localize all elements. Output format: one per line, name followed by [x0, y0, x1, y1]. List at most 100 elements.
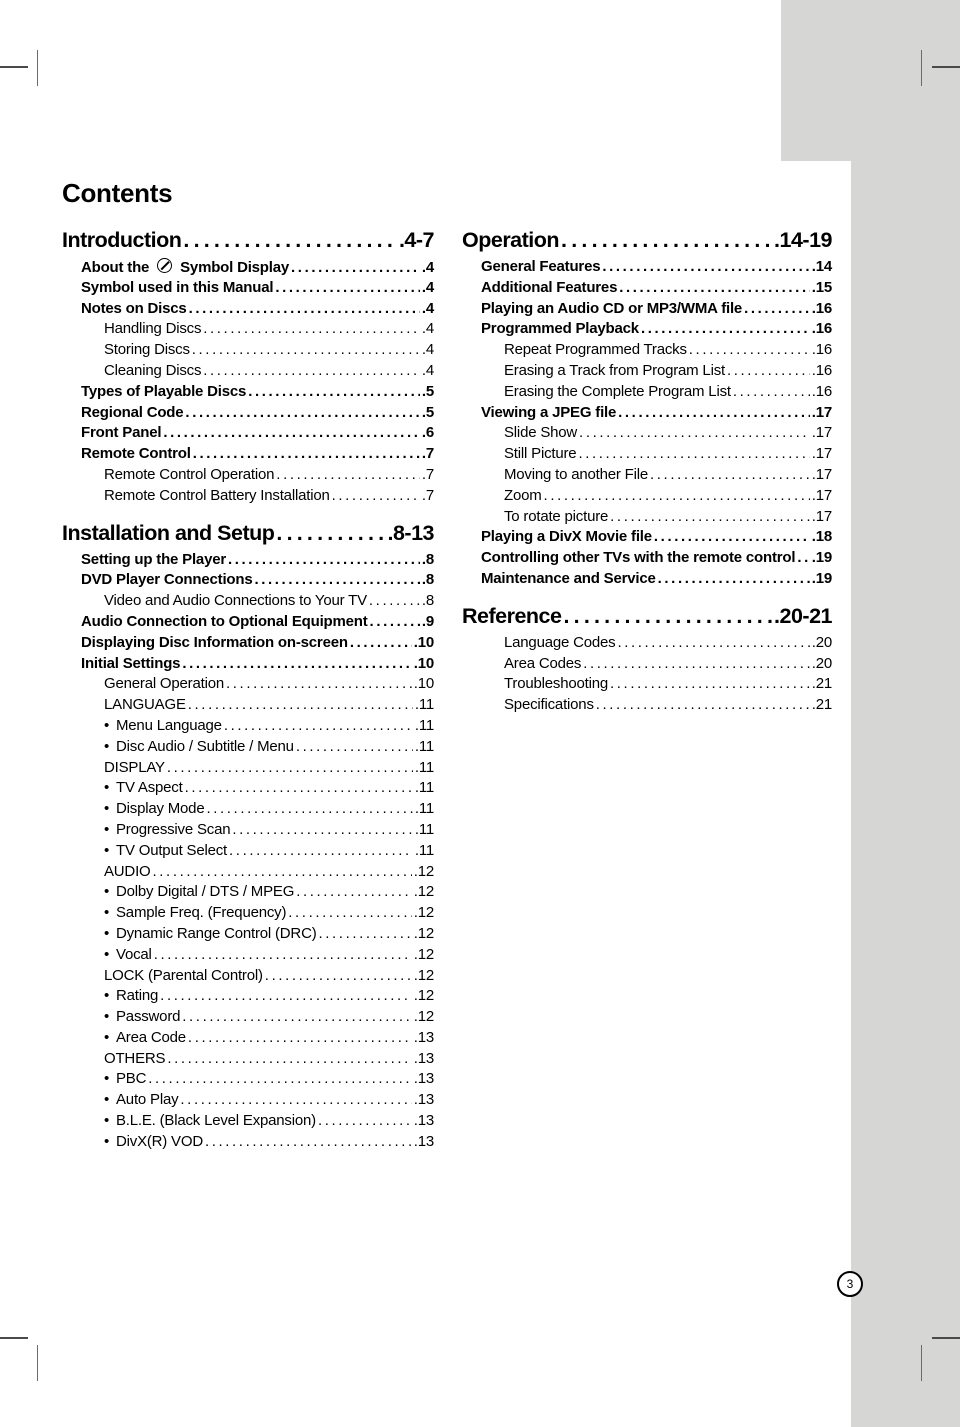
toc-entry-about-the-symbol-display[interactable]: About the Symbol Display................… [81, 258, 434, 279]
leader-dots: ........................................… [166, 758, 413, 776]
toc-entry-playing-a-divx-movie-file[interactable]: Playing a DivX Movie file...............… [481, 528, 832, 549]
toc-entry-moving-to-another-file[interactable]: Moving to another File..................… [504, 466, 832, 487]
toc-entry-page: .4 [421, 299, 434, 317]
toc-entry-label: AUDIO [104, 862, 151, 880]
toc-entry-label: LANGUAGE [104, 696, 186, 714]
toc-entry-display-mode[interactable]: • Display Mode...........................… [104, 800, 434, 821]
toc-entry-page: .21 [811, 696, 832, 714]
toc-entry-slide-show[interactable]: Slide Show..............................… [504, 424, 832, 445]
toc-entry-remote-control-battery-installation[interactable]: Remote Control Battery Installation.....… [104, 487, 434, 508]
toc-section-page: .20-21 [774, 603, 832, 628]
leader-dots: ........................................… [349, 633, 412, 651]
toc-entry-remote-control[interactable]: Remote Control..........................… [81, 445, 434, 466]
toc-entry-password[interactable]: • Password...............................… [104, 1008, 434, 1029]
toc-entry-label: Dynamic Range Control (DRC) [116, 924, 317, 942]
toc-entry-troubleshooting[interactable]: Troubleshooting.........................… [504, 675, 832, 696]
toc-entry-specifications[interactable]: Specifications..........................… [504, 696, 832, 717]
toc-entry-others[interactable]: OTHERS..................................… [104, 1050, 434, 1071]
toc-section-label: Introduction [62, 228, 182, 252]
toc-entry-setting-up-the-player[interactable]: Setting up the Player...................… [81, 551, 434, 572]
leader-dots: ........................................… [187, 696, 413, 714]
crop-mark-bottom-left-horizontal [0, 1337, 28, 1339]
toc-entry-page: .13 [413, 1112, 434, 1130]
toc-entry-playing-an-audio-cd-or-mp3-wma-file[interactable]: Playing an Audio CD or MP3/WMA file.....… [481, 300, 832, 321]
toc-entry-zoom[interactable]: Zoom....................................… [504, 487, 832, 508]
toc-entry-rating[interactable]: • Rating.................................… [104, 987, 434, 1008]
toc-entry-audio[interactable]: AUDIO...................................… [104, 863, 434, 884]
toc-entry-erasing-the-complete-program-list[interactable]: Erasing the Complete Program List.......… [504, 383, 832, 404]
toc-entry-additional-features[interactable]: Additional Features.....................… [481, 279, 832, 300]
toc-entry-audio-connection-to-optional-equipment[interactable]: Audio Connection to Optional Equipment..… [81, 613, 434, 634]
leader-dots: ........................................… [182, 654, 411, 672]
toc-entry-controlling-other-tvs-with-the-remote-control[interactable]: Controlling other TVs with the remote co… [481, 549, 832, 570]
toc-entry-repeat-programmed-tracks[interactable]: Repeat Programmed Tracks................… [504, 341, 832, 362]
toc-entry-viewing-a-jpeg-file[interactable]: Viewing a JPEG file.....................… [481, 404, 832, 425]
toc-entry-remote-control-operation[interactable]: Remote Control Operation................… [104, 466, 434, 487]
leader-dots: ........................................… [368, 592, 420, 610]
toc-entry-auto-play[interactable]: • Auto Play..............................… [104, 1091, 434, 1112]
bullet-icon: • [104, 1132, 110, 1150]
toc-entry-label: Types of Playable Discs [81, 382, 247, 400]
toc-section-installation-and-setup[interactable]: Installation and Setup..................… [62, 521, 434, 551]
toc-entry-dvd-player-connections[interactable]: DVD Player Connections..................… [81, 571, 434, 592]
toc-entry-video-and-audio-connections-to-your-tv[interactable]: Video and Audio Connections to Your TV..… [104, 592, 434, 613]
toc-entry-to-rotate-picture[interactable]: To rotate picture.......................… [504, 508, 832, 529]
toc-entry-page: .11 [414, 800, 434, 818]
toc-entry-page: .17 [811, 486, 832, 504]
leader-dots: ........................................… [543, 486, 810, 504]
toc-entry-page: .17 [811, 445, 832, 463]
toc-entry-general-features[interactable]: General Features........................… [481, 258, 832, 279]
toc-section-page: .8-13 [387, 520, 434, 545]
toc-entry-dolby-digital-dts-mpeg[interactable]: • Dolby Digital / DTS / MPEG.............… [104, 883, 434, 904]
toc-entry-front-panel[interactable]: Front Panel.............................… [81, 424, 434, 445]
toc-section-page: .14-19 [774, 228, 832, 252]
toc-entry-handling-discs[interactable]: Handling Discs..........................… [104, 320, 434, 341]
leader-dots: ........................................… [187, 1028, 412, 1046]
toc-entry-programmed-playback[interactable]: Programmed Playback.....................… [481, 320, 832, 341]
toc-entry-page: .4 [421, 341, 434, 359]
toc-entry-label: Disc Audio / Subtitle / Menu [116, 737, 294, 755]
toc-entry-page: .12 [413, 883, 434, 901]
toc-entry-divx-r-vod[interactable]: • DivX(R) VOD............................… [104, 1133, 434, 1154]
bullet-icon: • [104, 987, 110, 1005]
toc-section-reference[interactable]: Reference...............................… [462, 604, 832, 634]
toc-entry-page: .11 [414, 779, 434, 797]
toc-entry-notes-on-discs[interactable]: Notes on Discs..........................… [81, 300, 434, 321]
toc-entry-dynamic-range-control-drc[interactable]: • Dynamic Range Control (DRC)............… [104, 925, 434, 946]
toc-entry-page: .19 [811, 549, 832, 567]
toc-section-operation[interactable]: Operation...............................… [462, 228, 832, 258]
toc-entry-b-l-e-black-level-expansion[interactable]: • B.L.E. (Black Level Expansion).........… [104, 1112, 434, 1133]
toc-entry-displaying-disc-information-on-screen[interactable]: Displaying Disc Information on-screen...… [81, 634, 434, 655]
toc-entry-label: General Operation [104, 675, 225, 693]
toc-entry-symbol-used-in-this-manual[interactable]: Symbol used in this Manual..............… [81, 279, 434, 300]
toc-entry-area-code[interactable]: • Area Code..............................… [104, 1029, 434, 1050]
toc-entry-language-codes[interactable]: Language Codes..........................… [504, 634, 832, 655]
toc-entry-types-of-playable-discs[interactable]: Types of Playable Discs.................… [81, 383, 434, 404]
toc-entry-area-codes[interactable]: Area Codes..............................… [504, 655, 832, 676]
toc-entry-cleaning-discs[interactable]: Cleaning Discs..........................… [104, 362, 434, 383]
toc-section-introduction[interactable]: Introduction............................… [62, 228, 435, 258]
no-entry-slash-circle-icon [157, 258, 173, 273]
toc-entry-sample-freq-frequency[interactable]: • Sample Freq. (Frequency)...............… [104, 904, 434, 925]
toc-entry-initial-settings[interactable]: Initial Settings........................… [81, 655, 434, 676]
toc-entry-display[interactable]: DISPLAY.................................… [104, 759, 434, 780]
leader-dots: ........................................… [182, 1008, 412, 1026]
toc-entry-progressive-scan[interactable]: • Progressive Scan.......................… [104, 821, 434, 842]
toc-entry-lock-parental-control[interactable]: LOCK (Parental Control).................… [104, 967, 434, 988]
toc-entry-still-picture[interactable]: Still Picture...........................… [504, 445, 832, 466]
toc-entry-pbc[interactable]: • PBC....................................… [104, 1070, 434, 1091]
leader-dots: ........................................… [610, 675, 810, 693]
toc-entry-page: .4 [421, 361, 434, 379]
toc-entry-disc-audio-subtitle-menu[interactable]: • Disc Audio / Subtitle / Menu...........… [104, 738, 434, 759]
leader-dots: ........................................… [167, 1049, 411, 1067]
toc-entry-language[interactable]: LANGUAGE................................… [104, 696, 434, 717]
toc-entry-general-operation[interactable]: General Operation.......................… [104, 675, 434, 696]
toc-entry-storing-discs[interactable]: Storing Discs...........................… [104, 341, 434, 362]
toc-entry-menu-language[interactable]: • Menu Language..........................… [104, 717, 434, 738]
toc-entry-maintenance-and-service[interactable]: Maintenance and Service.................… [481, 570, 832, 591]
toc-entry-tv-output-select[interactable]: • TV Output Select.......................… [104, 842, 434, 863]
toc-entry-tv-aspect[interactable]: • TV Aspect..............................… [104, 779, 434, 800]
toc-entry-vocal[interactable]: • Vocal..................................… [104, 946, 434, 967]
toc-entry-erasing-a-track-from-program-list[interactable]: Erasing a Track from Program List.......… [504, 362, 832, 383]
toc-entry-regional-code[interactable]: Regional Code...........................… [81, 404, 434, 425]
